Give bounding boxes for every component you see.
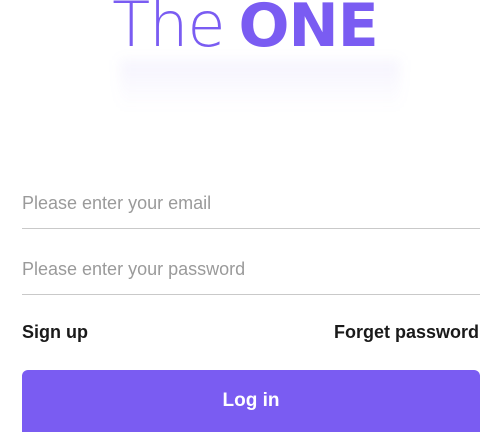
login-button[interactable]: Log in [22, 370, 480, 432]
app-logo: The ONE [0, 0, 490, 64]
email-input[interactable] [22, 178, 480, 228]
auth-links: Sign up Forget password [22, 322, 479, 343]
logo-text-one: ONE [238, 0, 379, 61]
password-field [22, 244, 480, 295]
forget-password-link[interactable]: Forget password [334, 322, 479, 343]
logo-reflection [120, 60, 400, 110]
password-input[interactable] [22, 244, 480, 294]
logo-text-the: The [112, 0, 225, 61]
sign-up-link[interactable]: Sign up [22, 322, 88, 343]
logo-wordmark: The ONE [112, 0, 379, 61]
email-field [22, 178, 480, 229]
